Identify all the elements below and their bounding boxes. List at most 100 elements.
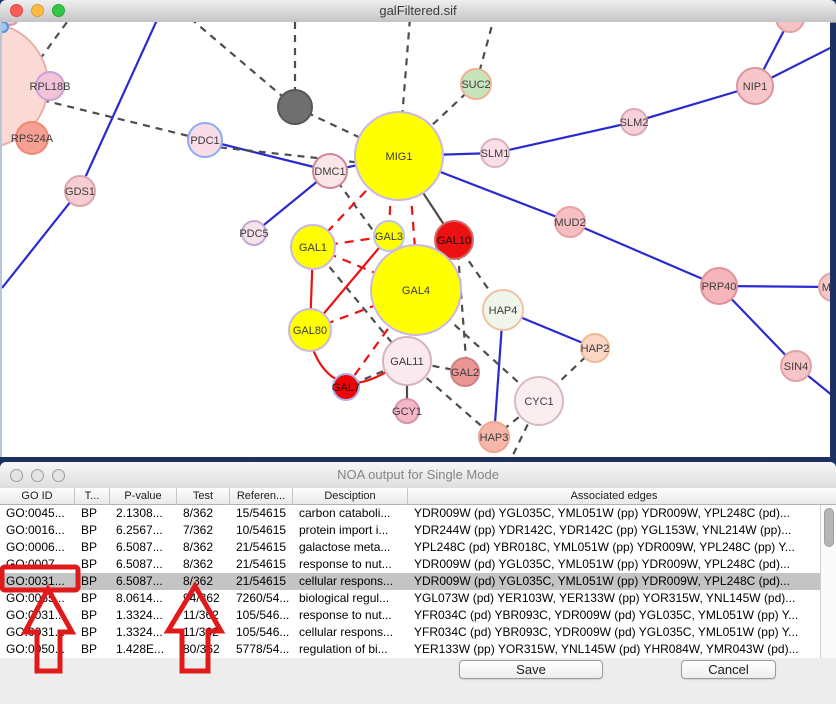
table-cell: GO:0045... <box>0 505 75 522</box>
network-window-titlebar[interactable]: galFiltered.sif <box>0 0 836 23</box>
network-node-edge-corner-blue[interactable] <box>2 22 8 32</box>
network-edge-blue-solid[interactable] <box>495 122 634 153</box>
node-label-dmc1: DMC1 <box>314 166 345 178</box>
network-edge-gray-dashed[interactable] <box>190 22 295 107</box>
table-cell: YGL073W (pd) YER103W, YER133W (pp) YOR31… <box>408 590 820 607</box>
network-edge-gray-dashed[interactable] <box>42 100 205 140</box>
table-cell: response to nut... <box>293 607 408 624</box>
table-row[interactable]: GO:0065...BP8.0614...94/3627260/54...bio… <box>0 590 836 607</box>
table-cell: protein import i... <box>293 522 408 539</box>
traffic-lights-inactive <box>10 469 65 482</box>
node-label-rps24a: RPS24A <box>11 133 54 145</box>
table-cell: YDR009W (pd) YGL035C, YML051W (pp) YDR00… <box>408 573 820 590</box>
table-row[interactable]: GO:0016...BP6.2567...7/36210/54615protei… <box>0 522 836 539</box>
table-cell: 7/362 <box>177 522 230 539</box>
table-row[interactable]: GO:0007...BP6.5087...8/36221/54615respon… <box>0 556 836 573</box>
table-row[interactable]: GO:0031...BP6.5087...8/36221/54615cellul… <box>0 573 836 590</box>
column-header-test[interactable]: Test <box>177 488 230 505</box>
cancel-button[interactable]: Cancel <box>681 660 776 679</box>
traffic-lights <box>10 4 65 17</box>
table-cell: 80/362 <box>177 641 230 658</box>
column-header-p-value[interactable]: P-value <box>110 488 177 505</box>
column-header-desciption[interactable]: Desciption <box>293 488 408 505</box>
table-cell: 7260/54... <box>230 590 293 607</box>
table-cell: biological regul... <box>293 590 408 607</box>
node-label-gal7: GAL7 <box>332 382 360 394</box>
node-label-slm2: SLM2 <box>620 117 649 129</box>
table-cell: GO:0031... <box>0 624 75 641</box>
table-cell: YFR034C (pd) YBR093C, YDR009W (pd) YGL03… <box>408 607 820 624</box>
column-header-t-[interactable]: T... <box>75 488 110 505</box>
table-cell: response to nut... <box>293 556 408 573</box>
table-scrollbar[interactable] <box>820 505 836 658</box>
table-cell: 11/362 <box>177 607 230 624</box>
node-label-hap4: HAP4 <box>489 305 518 317</box>
network-window-title: galFiltered.sif <box>379 3 456 18</box>
table-row[interactable]: GO:0006...BP6.5087...8/36221/54615galact… <box>0 539 836 556</box>
minimize-button[interactable] <box>31 4 44 17</box>
node-label-suc2: SUC2 <box>461 79 490 91</box>
table-cell: GO:0007... <box>0 556 75 573</box>
column-header-go-id[interactable]: GO ID <box>0 488 75 505</box>
node-label-hap3: HAP3 <box>480 432 509 444</box>
table-cell: 15/54615 <box>230 505 293 522</box>
table-cell: 1.3324... <box>110 624 177 641</box>
node-label-prp40: PRP40 <box>702 281 737 293</box>
table-header[interactable]: GO IDT...P-valueTestReferen...Desciption… <box>0 488 836 505</box>
zoom-button[interactable] <box>52 469 65 482</box>
node-label-gds1: GDS1 <box>65 186 95 198</box>
network-edge-blue-solid[interactable] <box>570 222 719 286</box>
table-cell: BP <box>75 624 110 641</box>
table-row[interactable]: GO:0045...BP2.1308...8/36215/54615carbon… <box>0 505 836 522</box>
table-cell: GO:0016... <box>0 522 75 539</box>
node-label-slm1: SLM1 <box>481 148 510 160</box>
table-cell: GO:0050... <box>0 641 75 658</box>
node-label-pdc1: PDC1 <box>190 135 219 147</box>
node-label-rpl18b: RPL18B <box>30 81 71 93</box>
network-node-edge-top-right-pink[interactable] <box>776 22 804 32</box>
network-node-unlabeled-gray[interactable] <box>278 90 312 124</box>
table-cell: YDR009W (pd) YGL035C, YML051W (pp) YDR00… <box>408 505 820 522</box>
table-cell: YFR034C (pd) YBR093C, YDR009W (pd) YGL03… <box>408 624 820 641</box>
table-row[interactable]: GO:0031...BP1.3324...11/362105/546...cel… <box>0 624 836 641</box>
table-cell: 21/54615 <box>230 573 293 590</box>
node-label-hap2: HAP2 <box>581 343 610 355</box>
table-cell: BP <box>75 573 110 590</box>
table-cell: 11/362 <box>177 624 230 641</box>
noa-window-titlebar[interactable]: NOA output for Single Mode <box>0 462 836 489</box>
table-cell: 8.0614... <box>110 590 177 607</box>
save-button[interactable]: Save <box>459 660 603 679</box>
network-edge-blue-solid[interactable] <box>2 191 79 288</box>
table-cell: 94/362 <box>177 590 230 607</box>
node-label-mig1: MIG1 <box>386 151 413 163</box>
minimize-button[interactable] <box>31 469 44 482</box>
table-cell: GO:0065... <box>0 590 75 607</box>
network-edge-blue-solid[interactable] <box>79 22 157 191</box>
close-button[interactable] <box>10 4 23 17</box>
table-cell: 8/362 <box>177 505 230 522</box>
network-canvas[interactable]: RPL18BRPS24AGDS1PDC1PDC5DMC1MIG1SLM1SLM2… <box>0 22 830 457</box>
table-cell: 8/362 <box>177 539 230 556</box>
table-cell: 105/546... <box>230 607 293 624</box>
table-cell: cellular respons... <box>293 624 408 641</box>
table-row[interactable]: GO:0050...BP1.428E...80/3625778/54...reg… <box>0 641 836 658</box>
table-cell: BP <box>75 590 110 607</box>
table-cell: 2.1308... <box>110 505 177 522</box>
close-button[interactable] <box>10 469 23 482</box>
node-label-gal1: GAL1 <box>299 242 327 254</box>
scrollbar-thumb[interactable] <box>824 508 834 547</box>
node-label-msl: MSL <box>822 282 830 294</box>
column-header-associated-edges[interactable]: Associated edges <box>408 488 820 505</box>
column-header-referen-[interactable]: Referen... <box>230 488 293 505</box>
zoom-button[interactable] <box>52 4 65 17</box>
node-label-gal80: GAL80 <box>293 325 327 337</box>
table-row[interactable]: GO:0031...BP1.3324...11/362105/546...res… <box>0 607 836 624</box>
network-edge-blue-solid[interactable] <box>205 140 330 171</box>
noa-window-title: NOA output for Single Mode <box>337 467 499 482</box>
node-label-gal2: GAL2 <box>451 367 479 379</box>
table-cell: BP <box>75 505 110 522</box>
node-label-gal10: GAL10 <box>437 235 471 247</box>
network-window: galFiltered.sif RPL18BRPS24AGDS1PDC1PDC5… <box>0 0 836 457</box>
node-label-gal4: GAL4 <box>402 285 430 297</box>
table-cell: 5778/54... <box>230 641 293 658</box>
